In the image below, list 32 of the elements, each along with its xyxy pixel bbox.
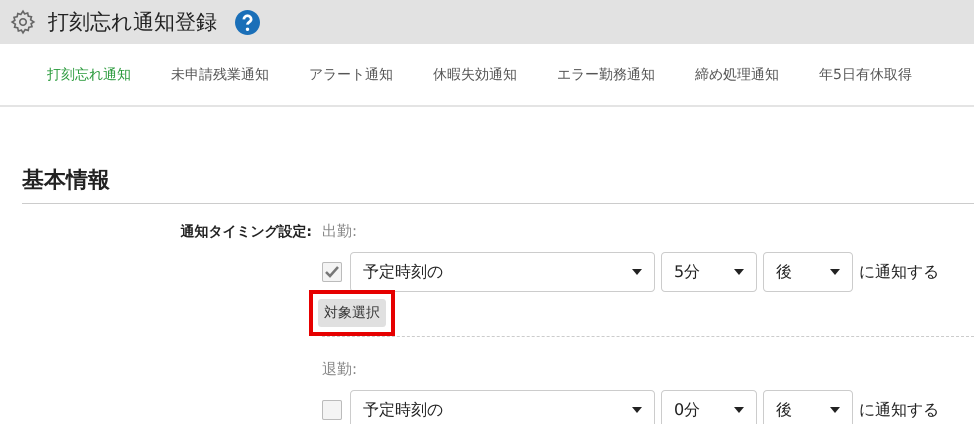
- tab[interactable]: 年5日有休取得: [799, 44, 932, 105]
- caret-icon: [830, 407, 840, 413]
- notify-text: に通知する: [859, 262, 939, 282]
- help-icon[interactable]: [235, 10, 260, 34]
- tab[interactable]: アラート通知: [289, 44, 413, 105]
- before-after-select[interactable]: 後: [763, 390, 853, 424]
- minutes-select[interactable]: 0分: [661, 390, 757, 424]
- field-label: 通知タイミング設定:: [179, 222, 313, 242]
- page-title: 打刻忘れ通知登録: [48, 9, 217, 36]
- section-heading: 基本情報: [22, 165, 974, 204]
- group-label: 退勤:: [322, 360, 358, 378]
- before-after-select[interactable]: 後: [763, 252, 853, 292]
- caret-icon: [830, 269, 840, 275]
- checkmark-icon: [325, 266, 339, 278]
- group-label: 出勤:: [322, 222, 358, 240]
- caret-icon: [632, 269, 642, 275]
- tab[interactable]: 締め処理通知: [675, 44, 799, 105]
- checkbox[interactable]: [322, 262, 342, 282]
- caret-icon: [734, 269, 744, 275]
- caret-icon: [734, 407, 744, 413]
- tab[interactable]: 打刻忘れ通知: [27, 44, 151, 105]
- settings-icon[interactable]: [10, 9, 36, 35]
- minutes-select[interactable]: 5分: [661, 252, 757, 292]
- tab[interactable]: 休暇失効通知: [413, 44, 537, 105]
- checkbox[interactable]: [322, 400, 342, 420]
- time-base-select[interactable]: 予定時刻の: [350, 390, 655, 424]
- caret-icon: [632, 407, 642, 413]
- notify-text: に通知する: [859, 400, 939, 420]
- tab[interactable]: 未申請残業通知: [151, 44, 289, 105]
- target-select-button[interactable]: 対象選択: [318, 299, 386, 327]
- tab[interactable]: エラー勤務通知: [537, 44, 675, 105]
- time-base-select[interactable]: 予定時刻の: [350, 252, 655, 292]
